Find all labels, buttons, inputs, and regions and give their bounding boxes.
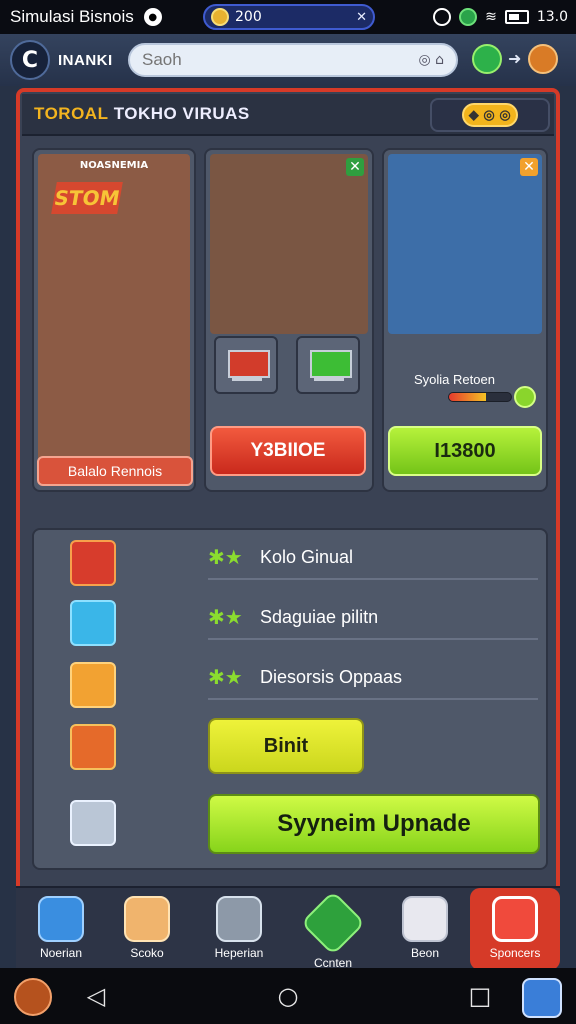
search-input[interactable]	[142, 50, 402, 70]
nav-item-heperian[interactable]: Heperian	[194, 888, 284, 970]
house-icon	[70, 724, 116, 770]
store-scene-right: ✕	[388, 154, 542, 334]
app-root: C INANKI ◎ ⌂ ➜ TOROAL TOKHO VIRUAS ◆ ◎ ◎…	[0, 34, 576, 970]
card-left-label[interactable]: Balalo Rennois	[37, 456, 193, 486]
system-progress-bar	[448, 392, 512, 402]
coin-counter[interactable]: 200 ✕	[203, 4, 375, 30]
back-triangle-icon[interactable]: ◁	[82, 982, 110, 1010]
header-title-highlight: TOROAL	[34, 104, 109, 123]
nav-item-beon[interactable]: Beon	[380, 888, 470, 970]
stars-icon: ✱★	[208, 665, 243, 689]
nav-item-noerian[interactable]: Noerian	[16, 888, 106, 970]
system-upgrade-button[interactable]: Syyneim Upnade	[208, 794, 540, 854]
mic-icon[interactable]: ◎ ⌂	[418, 52, 444, 68]
price-button[interactable]: I13800	[388, 426, 542, 476]
stars-icon: ✱★	[208, 605, 243, 629]
home-circle-icon[interactable]: ○	[274, 982, 302, 1010]
coin-count: 200	[235, 9, 262, 25]
panel-row[interactable]: ✱★ Diesorsis Oppaas	[208, 656, 538, 700]
nav-item-sponcers[interactable]: Sponcers	[470, 888, 560, 970]
row-label: Sdaguiae pilitn	[260, 606, 379, 627]
store-card-left[interactable]: NOASNEMIA STOM Balalo Rennois	[32, 148, 196, 492]
stars-icon: ✱★	[208, 545, 243, 569]
key-icon[interactable]	[472, 44, 502, 74]
store-sign: STOM	[51, 182, 123, 214]
search-bar[interactable]: ◎ ⌂	[128, 43, 458, 77]
status-icons: ≋ 13.0	[433, 0, 568, 34]
browser-icon	[459, 8, 478, 26]
row-label: Diesorsis Oppaas	[260, 666, 403, 687]
buy-button-red[interactable]: Y3BIIOE	[210, 426, 366, 476]
main-frame: TOROAL TOKHO VIRUAS ◆ ◎ ◎ NOASNEMIA STOM…	[16, 88, 560, 922]
profile-fox-icon[interactable]	[528, 44, 558, 74]
recents-square-icon[interactable]: □	[466, 982, 494, 1010]
nav-item-ccnten[interactable]: Ccnten	[288, 888, 378, 970]
nav-label: Sponcers	[489, 946, 541, 960]
app-shortcut-icon[interactable]	[14, 978, 52, 1016]
system-status-label: Syolia Retoen	[414, 372, 495, 387]
store-card-right[interactable]: ✕ Syolia Retoen I13800	[382, 148, 548, 492]
coin-icon	[514, 386, 536, 408]
status-app-name: Simulasi Bisnois	[10, 7, 134, 26]
upgrade-panel: ✱★ Kolo Ginual ✱★ Sdaguiae pilitn ✱★ Die…	[32, 528, 548, 870]
speaker-icon	[492, 896, 538, 942]
row-label: Kolo Ginual	[260, 546, 354, 567]
nav-label: Noerian	[39, 946, 83, 960]
cart-green-item[interactable]	[296, 336, 360, 394]
small-action-button[interactable]: Binit	[208, 718, 364, 774]
wifi-icon: ≋	[485, 9, 497, 25]
notification-icon: ●	[143, 8, 162, 26]
system-nav-bar: ◁ ○ □	[0, 968, 576, 1024]
status-time: 13.0	[536, 9, 568, 25]
battery-icon	[504, 10, 529, 24]
pear-icon	[70, 662, 116, 708]
bubbles-icon	[70, 600, 116, 646]
store-header: TOROAL TOKHO VIRUAS ◆ ◎ ◎	[22, 94, 554, 136]
back-button[interactable]: C	[10, 40, 50, 80]
store-scene-left: NOASNEMIA STOM	[38, 154, 190, 484]
coin-icon	[211, 8, 229, 26]
panel-row[interactable]: ✱★ Kolo Ginual	[208, 536, 538, 580]
camera-icon	[38, 896, 84, 942]
brand-label: INANKI	[58, 51, 113, 69]
card-top-label: NOASNEMIA	[79, 160, 149, 171]
close-icon[interactable]: ✕	[346, 158, 364, 176]
nav-label: Beon	[410, 946, 440, 960]
store-card-middle[interactable]: ✕ Y3BIIOE	[204, 148, 374, 492]
document-icon	[402, 896, 448, 942]
store-scene-middle: ✕	[210, 154, 368, 334]
hud-currency[interactable]: ◆ ◎ ◎	[430, 98, 550, 132]
crate-icon	[70, 540, 116, 586]
close-icon[interactable]: ✕	[356, 10, 367, 25]
header-title: TOKHO VIRUAS	[113, 104, 250, 123]
alarm-icon	[433, 8, 452, 26]
arrow-icon[interactable]: ➜	[508, 49, 528, 69]
app-drawer-icon[interactable]	[522, 978, 562, 1018]
box-icon	[124, 896, 170, 942]
nav-label: Scoko	[130, 946, 164, 960]
progress-fill	[449, 393, 487, 401]
trash-icon	[216, 896, 262, 942]
cart-red-item[interactable]	[214, 336, 278, 394]
bottom-nav: Noerian Scoko Heperian Ccnten Beon Sponc…	[16, 886, 560, 970]
nav-item-scoko[interactable]: Scoko	[102, 888, 192, 970]
machine-icon	[70, 800, 116, 846]
close-icon[interactable]: ✕	[520, 158, 538, 176]
gem-coin-icon: ◆ ◎ ◎	[462, 103, 518, 127]
diamond-icon	[300, 890, 366, 956]
nav-label: Heperian	[214, 946, 264, 960]
panel-row[interactable]: ✱★ Sdaguiae pilitn	[208, 596, 538, 640]
